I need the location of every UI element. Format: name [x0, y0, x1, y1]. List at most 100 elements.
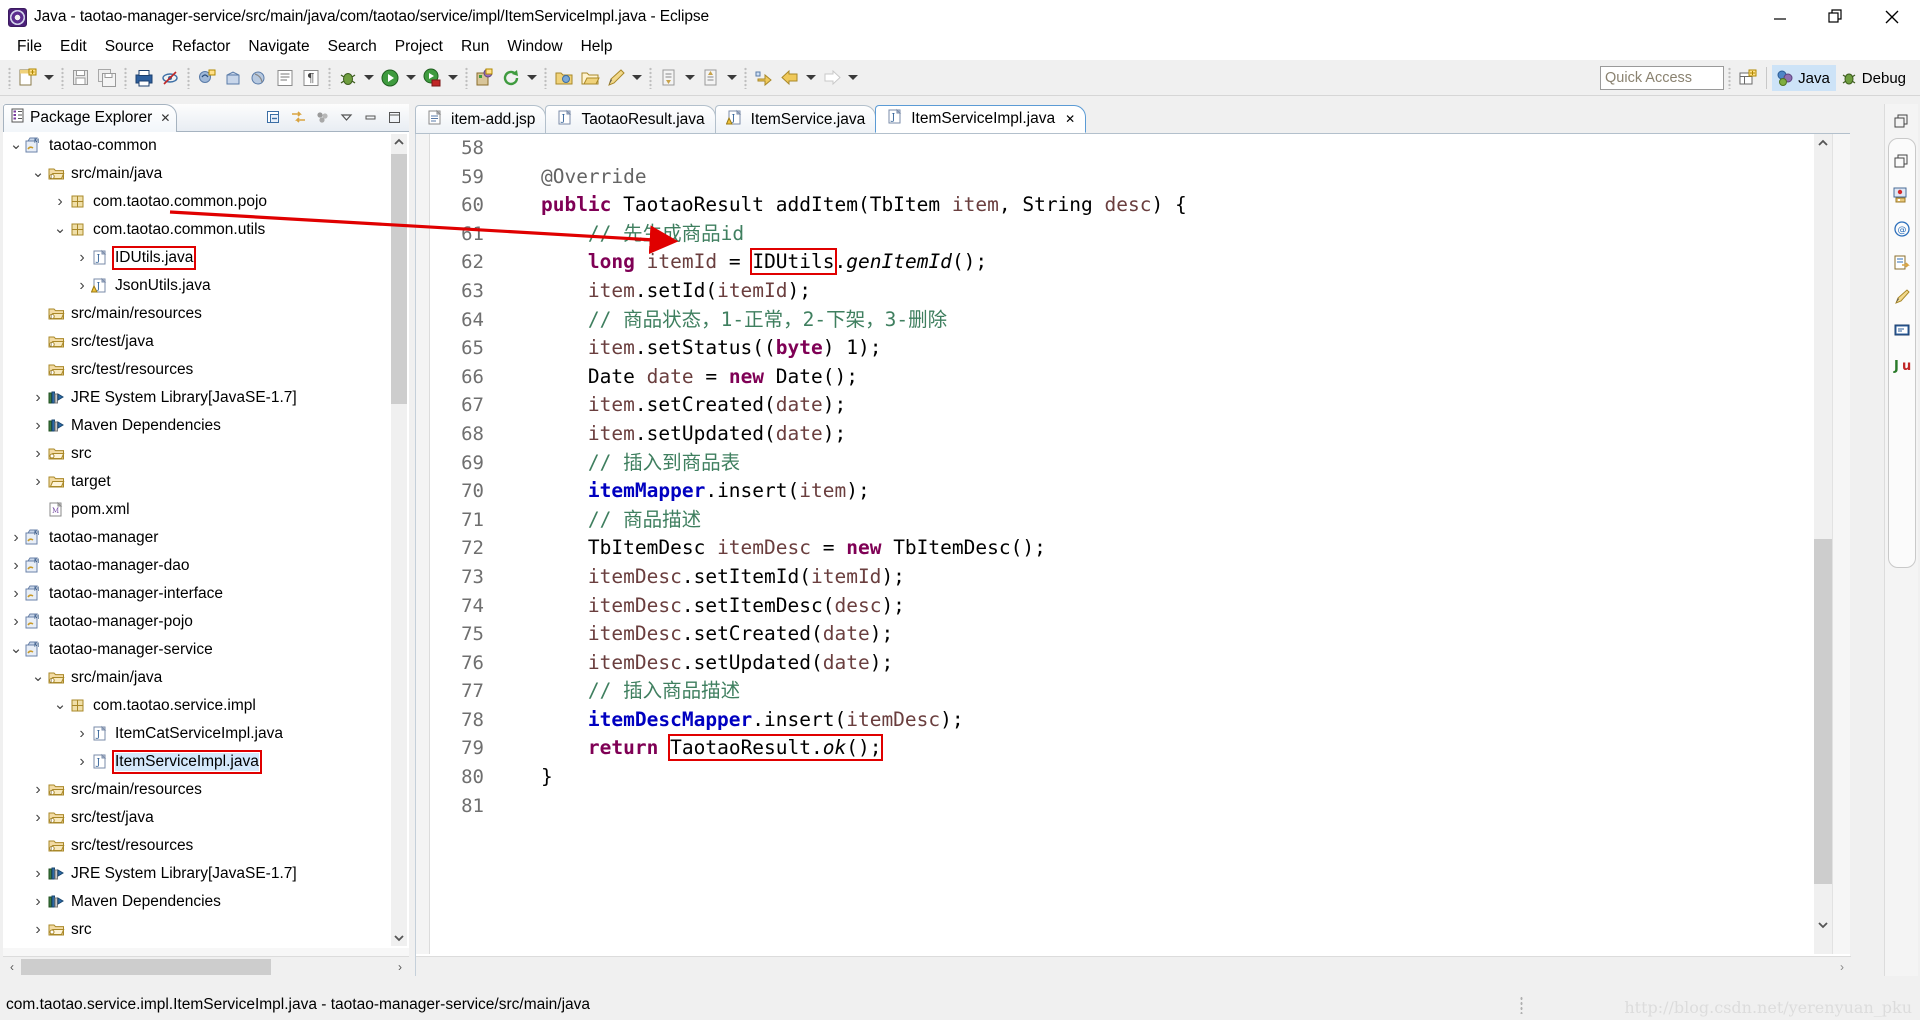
chevron-down-icon[interactable] [29, 165, 47, 183]
chevron-right-icon[interactable] [73, 277, 91, 295]
scroll-left-arrow[interactable]: ‹ [3, 957, 21, 977]
package-explorer-hscrollbar[interactable]: ‹ › [3, 956, 409, 976]
editor-tab-itemservice-java[interactable]: J ItemService.java [714, 105, 877, 133]
tree-item[interactable]: Jsrc/main/java [3, 664, 409, 692]
chevron-right-icon[interactable] [29, 921, 47, 939]
new-server-icon[interactable] [472, 65, 498, 91]
chevron-right-icon[interactable] [29, 417, 47, 435]
close-icon[interactable]: ✕ [1065, 112, 1075, 126]
tree-item[interactable]: Maven Dependencies [3, 888, 409, 916]
menu-item-source[interactable]: Source [96, 36, 163, 58]
new-wizard-icon[interactable] [15, 65, 41, 91]
perspective-java[interactable]: Java [1772, 65, 1836, 91]
close-icon[interactable]: ✕ [160, 111, 170, 125]
refresh-server-dropdown-arrow[interactable] [524, 65, 540, 91]
tree-item[interactable]: com.taotao.common.pojo [3, 188, 409, 216]
new-class-icon[interactable] [246, 65, 272, 91]
toolbar-grip-4[interactable] [328, 66, 331, 89]
open-resource-icon[interactable] [551, 65, 577, 91]
restore-view-icon[interactable] [1887, 106, 1917, 136]
chevron-right-icon[interactable] [73, 753, 91, 771]
menu-item-refactor[interactable]: Refactor [163, 36, 240, 58]
email-view-icon[interactable]: @ [1889, 216, 1915, 242]
editor-scroll-thumb[interactable] [1814, 539, 1832, 884]
toolbar-grip-3[interactable] [187, 66, 190, 89]
toolbar-grip-0[interactable] [8, 66, 11, 89]
restore-button[interactable] [1808, 0, 1864, 34]
console-view-icon[interactable] [1889, 318, 1915, 344]
new-package-icon[interactable] [220, 65, 246, 91]
toggle-mark-occurrences-icon[interactable] [157, 65, 183, 91]
toolbar-grip-5[interactable] [465, 66, 468, 89]
tree-item[interactable]: Jsrc/main/java [3, 160, 409, 188]
debug-icon[interactable] [335, 65, 361, 91]
tree-item[interactable]: target [3, 468, 409, 496]
open-folder-icon[interactable] [577, 65, 603, 91]
tree-item[interactable]: Jsrc/main/resources [3, 300, 409, 328]
package-explorer-vscrollbar[interactable] [391, 134, 407, 946]
editor-scroll-up-arrow[interactable] [1814, 134, 1832, 152]
tree-item[interactable]: com.taotao.service.impl [3, 692, 409, 720]
editor-source-code[interactable]: @Override public TaotaoResult addItem(Tb… [494, 134, 1792, 954]
toolbar-grip-8[interactable] [744, 66, 747, 89]
print-icon[interactable] [131, 65, 157, 91]
tree-item[interactable]: Jsrc/test/java [3, 328, 409, 356]
chevron-right-icon[interactable] [73, 725, 91, 743]
junit-view-icon[interactable]: J u [1889, 352, 1915, 378]
chevron-right-icon[interactable] [51, 193, 69, 211]
editor-vscrollbar[interactable] [1814, 134, 1832, 954]
menu-item-edit[interactable]: Edit [51, 36, 96, 58]
tree-item[interactable]: Jsrc/test/resources [3, 356, 409, 384]
chevron-right-icon[interactable] [7, 529, 25, 547]
chevron-right-icon[interactable] [7, 613, 25, 631]
editor-scroll-down-arrow[interactable] [1814, 916, 1832, 934]
tab-package-explorer[interactable]: Package Explorer ✕ [3, 103, 178, 132]
minimize-button[interactable] [1752, 0, 1808, 34]
minimize-view-icon[interactable] [361, 109, 379, 127]
view-menu-chevron-icon[interactable] [337, 109, 355, 127]
chevron-right-icon[interactable] [29, 473, 47, 491]
tree-item[interactable]: Mtaotao-manager [3, 524, 409, 552]
next-annotation-icon[interactable] [656, 65, 682, 91]
toolbar-grip-2[interactable] [124, 66, 127, 89]
save-icon[interactable] [68, 65, 94, 91]
forward-dropdown-arrow[interactable] [845, 65, 861, 91]
collapse-all-icon[interactable] [265, 109, 283, 127]
editor-scroll-right-arrow[interactable]: › [1833, 957, 1851, 977]
debug-dropdown-arrow[interactable] [361, 65, 377, 91]
tree-item[interactable]: Mtaotao-manager-dao [3, 552, 409, 580]
editor-tab-taotaoresult-java[interactable]: J TaotaoResult.java [545, 105, 716, 133]
next-annotation-dropdown-arrow[interactable] [682, 65, 698, 91]
open-declaration-icon[interactable] [1889, 250, 1915, 276]
scroll-down-arrow[interactable] [391, 930, 407, 946]
chevron-down-icon[interactable] [29, 669, 47, 687]
run-dropdown-arrow[interactable] [403, 65, 419, 91]
tree-item[interactable]: target [3, 944, 409, 948]
new-wizard-dropdown-arrow[interactable] [41, 65, 57, 91]
scroll-thumb[interactable] [391, 154, 407, 404]
last-edit-location-icon[interactable] [751, 65, 777, 91]
previous-annotation-dropdown-arrow[interactable] [724, 65, 740, 91]
editor-tab-itemserviceimpl-java[interactable]: J ItemServiceImpl.java ✕ [875, 105, 1087, 133]
back-dropdown-arrow[interactable] [803, 65, 819, 91]
chevron-right-icon[interactable] [29, 865, 47, 883]
menu-item-navigate[interactable]: Navigate [239, 36, 318, 58]
menu-item-project[interactable]: Project [386, 36, 452, 58]
tree-item[interactable]: Mtaotao-manager-interface [3, 580, 409, 608]
forward-icon[interactable] [819, 65, 845, 91]
menu-item-run[interactable]: Run [452, 36, 498, 58]
editor-tab-item-add-jsp[interactable]: item-add.jsp [415, 105, 547, 133]
chevron-down-icon[interactable] [7, 641, 25, 659]
tree-item[interactable]: Jsrc/test/resources [3, 832, 409, 860]
editor-folding-ruler[interactable] [431, 134, 441, 954]
perspective-debug[interactable]: Debug [1836, 65, 1912, 91]
maximize-view-icon[interactable] [385, 109, 403, 127]
tree-item[interactable]: JRE System Library [JavaSE-1.7] [3, 384, 409, 412]
new-java-project-icon[interactable] [194, 65, 220, 91]
tree-item[interactable]: Jsrc/main/resources [3, 776, 409, 804]
scroll-up-arrow[interactable] [391, 134, 407, 150]
editor-body[interactable]: 58 59 60 61 62 63 64 65 66 67 68 69 70 71 72 73 74 75 76 77… [415, 134, 1851, 976]
editor-annotation-ruler[interactable] [416, 134, 430, 954]
editor-hscrollbar[interactable]: › [416, 956, 1851, 976]
tree-item[interactable]: Jsrc/test/java [3, 804, 409, 832]
